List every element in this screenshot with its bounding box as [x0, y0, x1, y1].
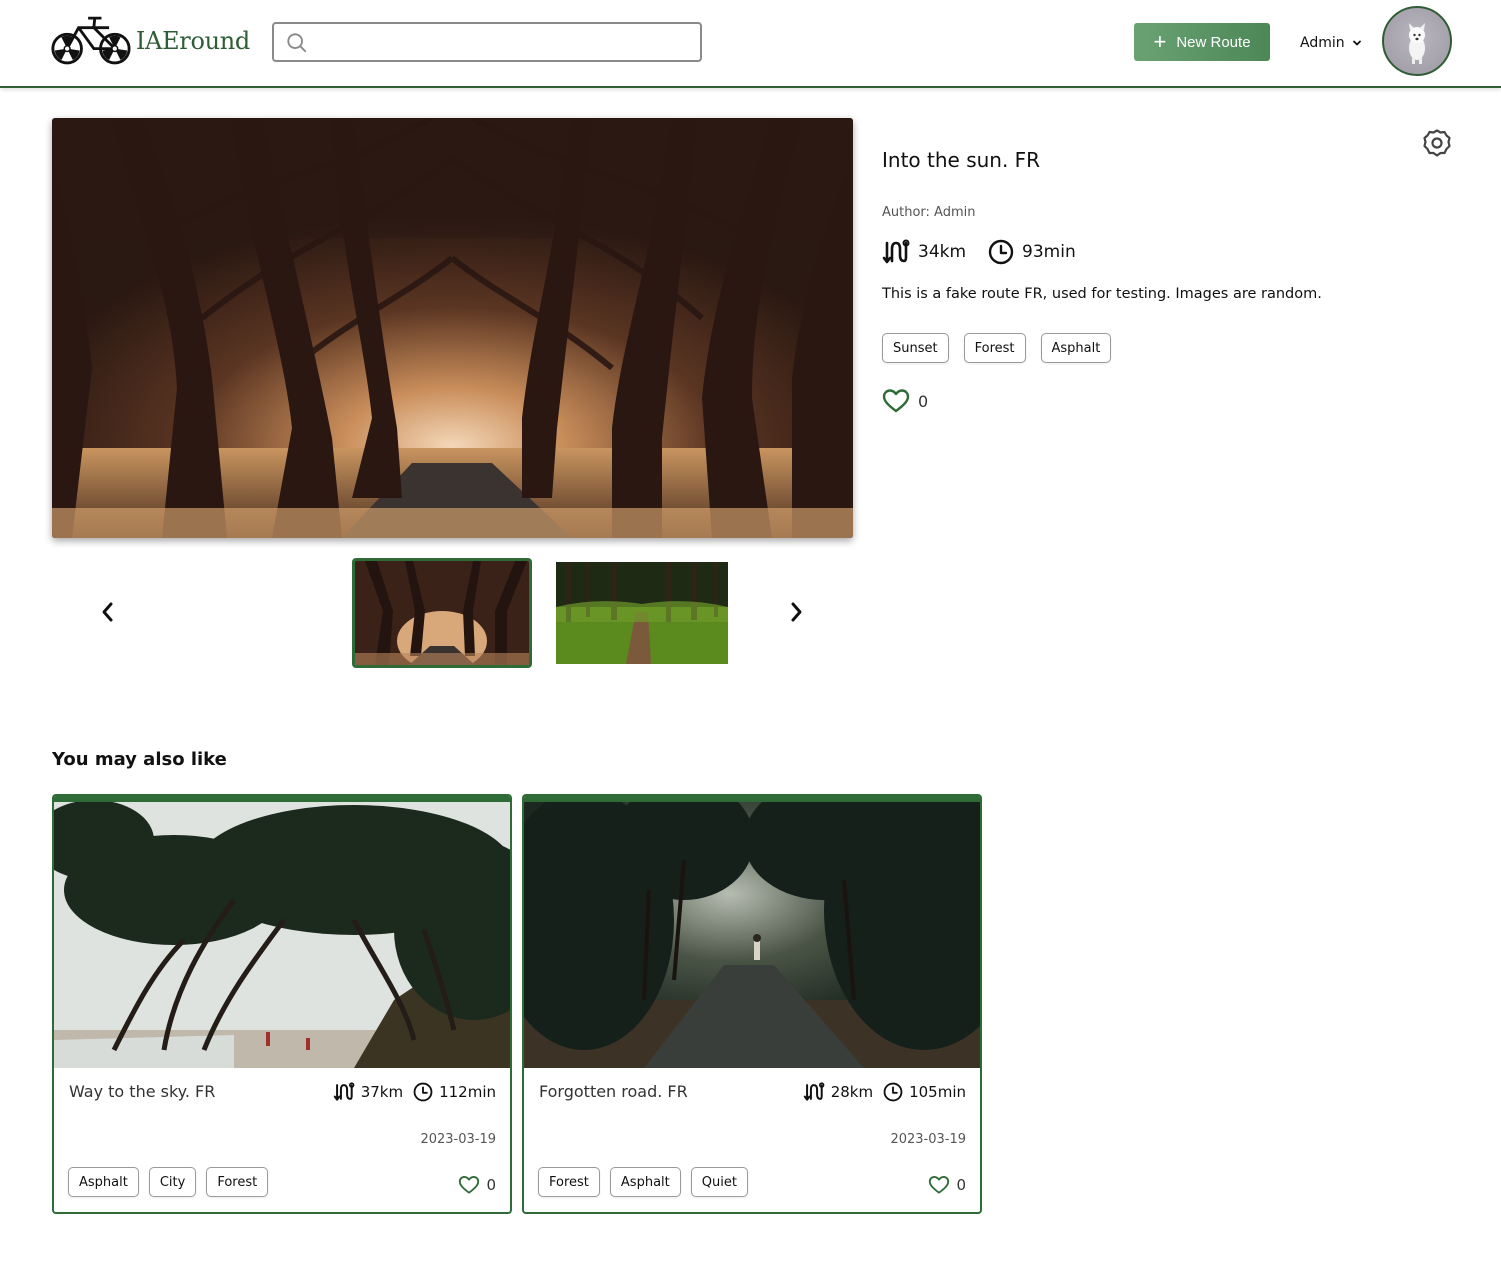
tag[interactable]: Forest	[538, 1167, 600, 1197]
card-top-border	[54, 796, 510, 802]
card-image	[54, 800, 510, 1068]
route-distance: 34km	[918, 242, 967, 262]
route-card[interactable]: Way to the sky. FR 37km 112min 2023-03-1…	[52, 794, 512, 1214]
gallery-thumbnails	[52, 556, 853, 670]
clock-icon	[413, 1082, 433, 1102]
card-stats: 28km 105min	[803, 1082, 966, 1102]
avatar[interactable]	[1382, 6, 1452, 76]
user-menu-dropdown[interactable]: Admin	[1300, 31, 1363, 55]
card-distance: 28km	[830, 1083, 874, 1101]
card-distance-stat: 28km	[803, 1082, 873, 1102]
card-image	[524, 800, 980, 1068]
card-likes-count: 0	[486, 1176, 496, 1194]
search-input[interactable]	[316, 30, 686, 54]
chevron-right-icon	[791, 602, 802, 622]
card-title[interactable]: Forgotten road. FR	[539, 1082, 688, 1101]
like-button[interactable]: 0	[882, 388, 928, 414]
route-card[interactable]: Forgotten road. FR 28km 105min 2023-03-1…	[522, 794, 982, 1214]
suggestions-title: You may also like	[52, 749, 227, 770]
card-likes-count: 0	[956, 1176, 966, 1194]
bicycle-logo-icon	[51, 16, 131, 65]
route-icon	[882, 239, 910, 264]
card-like-button[interactable]: 0	[458, 1175, 496, 1195]
heart-icon	[929, 1176, 950, 1194]
likes-count: 0	[918, 391, 929, 411]
heart-icon	[459, 1176, 480, 1194]
card-tags: Forest Asphalt Quiet	[538, 1167, 748, 1197]
tag[interactable]: Asphalt	[1040, 333, 1112, 363]
card-duration: 105min	[909, 1083, 966, 1101]
tag[interactable]: Asphalt	[68, 1167, 139, 1197]
route-tags: Sunset Forest Asphalt	[882, 333, 1112, 363]
card-stats: 37km 112min	[333, 1082, 496, 1102]
route-stats: 34km 93min	[882, 238, 1098, 266]
dog-avatar-icon	[1409, 23, 1425, 64]
tag[interactable]: Forest	[963, 333, 1026, 363]
chevron-left-icon	[102, 602, 113, 622]
card-duration-stat: 112min	[413, 1082, 496, 1102]
card-like-button[interactable]: 0	[928, 1175, 966, 1195]
card-duration-stat: 105min	[883, 1082, 966, 1102]
route-icon	[333, 1082, 355, 1101]
card-date: 2023-03-19	[420, 1132, 496, 1147]
settings-button[interactable]	[1422, 128, 1452, 158]
heart-icon	[882, 389, 910, 413]
search-icon	[287, 33, 307, 53]
thumbnail-forest-path[interactable]	[556, 562, 728, 664]
logo-text: IAEround	[135, 27, 250, 55]
distance-stat: 34km	[882, 239, 966, 265]
logo[interactable]: IAEround	[50, 12, 250, 70]
clock-icon	[883, 1082, 903, 1102]
chevron-down-icon	[1352, 40, 1361, 46]
tag[interactable]: Quiet	[690, 1167, 748, 1197]
route-title: Into the sun. FR	[882, 148, 1041, 172]
new-route-button[interactable]: + New Route	[1134, 23, 1270, 61]
route-description: This is a fake route FR, used for testin…	[882, 286, 1322, 302]
new-route-label: New Route	[1176, 33, 1251, 51]
duration-stat: 93min	[988, 239, 1076, 265]
card-duration: 112min	[439, 1083, 496, 1101]
user-menu-label: Admin	[1300, 35, 1345, 51]
previous-arrow-button[interactable]	[96, 598, 120, 626]
tag[interactable]: Sunset	[882, 333, 949, 363]
route-duration: 93min	[1022, 242, 1076, 262]
card-top-border	[524, 796, 980, 802]
next-arrow-button[interactable]	[784, 598, 808, 626]
plus-icon: +	[1153, 29, 1167, 54]
search-box[interactable]	[272, 22, 702, 62]
card-date: 2023-03-19	[890, 1132, 966, 1147]
card-distance-stat: 37km	[333, 1082, 403, 1102]
tag[interactable]: City	[148, 1167, 197, 1197]
tag[interactable]: Forest	[206, 1167, 269, 1197]
tag[interactable]: Asphalt	[609, 1167, 681, 1197]
clock-icon	[988, 239, 1014, 265]
top-navbar: IAEround + New Route Admin	[0, 0, 1501, 88]
card-distance: 37km	[360, 1083, 404, 1101]
gear-icon	[1423, 129, 1451, 157]
card-title[interactable]: Way to the sky. FR	[69, 1082, 215, 1101]
card-tags: Asphalt City Forest	[68, 1167, 269, 1197]
route-author: Author: Admin	[882, 205, 976, 220]
main-route-image	[52, 118, 853, 538]
thumbnail-tree-tunnel[interactable]	[352, 558, 532, 668]
route-icon	[803, 1082, 825, 1101]
